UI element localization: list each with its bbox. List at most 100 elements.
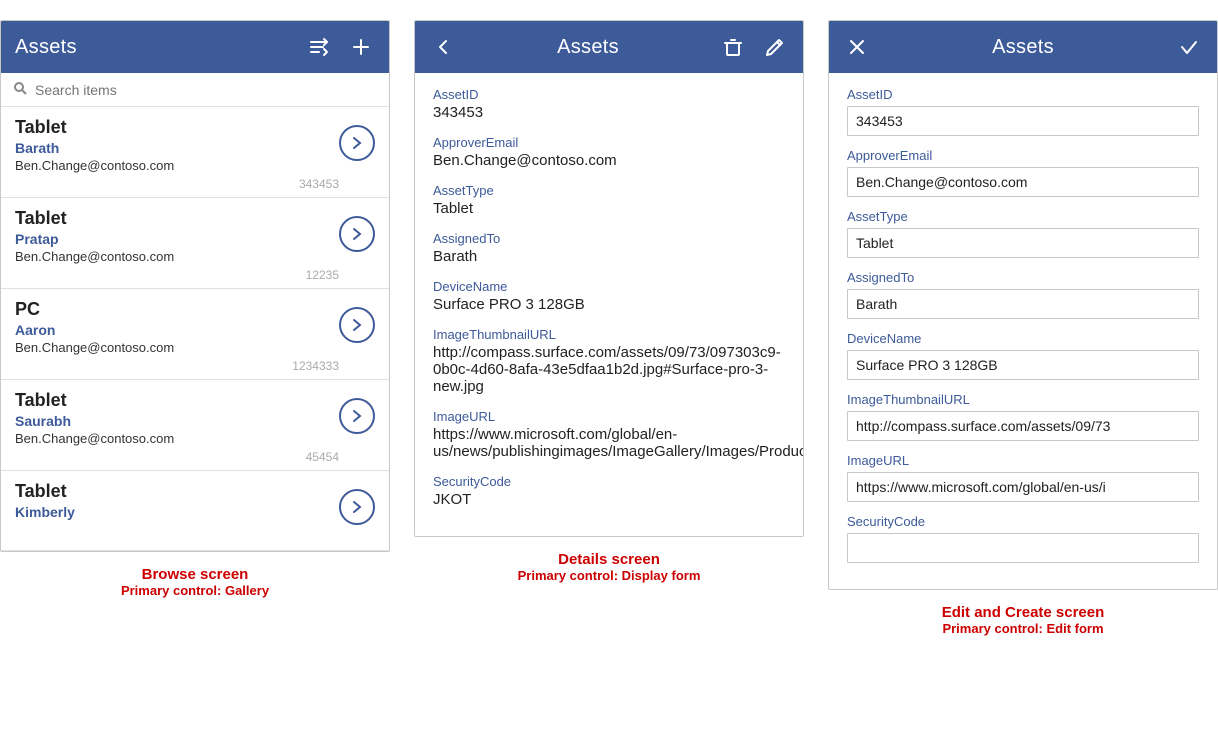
list-item[interactable]: PC Aaron Ben.Change@contoso.com 1234333 — [1, 289, 389, 380]
detail-value: http://compass.surface.com/assets/09/73/… — [433, 344, 785, 395]
details-caption-sub: Primary control: Display form — [518, 568, 701, 583]
details-screen: Assets — [414, 20, 804, 537]
browse-screen-wrapper: Assets — [0, 20, 390, 598]
details-header-icons — [719, 33, 789, 61]
edit-field: AssignedTo — [847, 270, 1199, 319]
list-item[interactable]: Tablet Pratap Ben.Change@contoso.com 122… — [1, 198, 389, 289]
browse-header-icons — [305, 33, 375, 61]
detail-field: ApproverEmail Ben.Change@contoso.com — [433, 135, 785, 169]
delete-icon[interactable] — [719, 33, 747, 61]
list-item-title: Tablet — [15, 208, 339, 229]
edit-input[interactable] — [847, 411, 1199, 441]
details-title: Assets — [557, 36, 619, 59]
edit-label: ImageThumbnailURL — [847, 392, 1199, 407]
edit-screen: Assets AssetID ApproverEmail AssetType A… — [828, 20, 1218, 590]
edit-field: ImageThumbnailURL — [847, 392, 1199, 441]
edit-label: AssetID — [847, 87, 1199, 102]
edit-input[interactable] — [847, 533, 1199, 563]
search-bar — [1, 73, 389, 107]
list-item-title: Tablet — [15, 390, 339, 411]
list-item-subtitle: Saurabh — [15, 413, 339, 429]
close-icon[interactable] — [843, 33, 871, 61]
detail-label: AssignedTo — [433, 231, 785, 246]
edit-input[interactable] — [847, 167, 1199, 197]
list-item[interactable]: Tablet Saurabh Ben.Change@contoso.com 45… — [1, 380, 389, 471]
list-item-content: Tablet Kimberly — [15, 481, 339, 522]
edit-caption: Edit and Create screen Primary control: … — [942, 604, 1105, 636]
search-icon — [13, 81, 27, 98]
detail-label: ApproverEmail — [433, 135, 785, 150]
list-item[interactable]: Tablet Kimberly — [1, 471, 389, 551]
edit-input[interactable] — [847, 350, 1199, 380]
detail-label: AssetType — [433, 183, 785, 198]
edit-label: ApproverEmail — [847, 148, 1199, 163]
list-item-arrow[interactable] — [339, 125, 375, 161]
edit-input[interactable] — [847, 289, 1199, 319]
edit-caption-title: Edit and Create screen — [942, 604, 1105, 621]
detail-value: Surface PRO 3 128GB — [433, 296, 785, 313]
detail-field: AssetID 343453 — [433, 87, 785, 121]
list-item-arrow[interactable] — [339, 307, 375, 343]
detail-field: ImageThumbnailURL http://compass.surface… — [433, 327, 785, 395]
add-icon[interactable] — [347, 33, 375, 61]
edit-input[interactable] — [847, 106, 1199, 136]
detail-field: DeviceName Surface PRO 3 128GB — [433, 279, 785, 313]
detail-field: AssetType Tablet — [433, 183, 785, 217]
list-item-title: Tablet — [15, 481, 339, 502]
list-item-email: Ben.Change@contoso.com — [15, 249, 339, 264]
edit-input[interactable] — [847, 228, 1199, 258]
detail-field: ImageURL https://www.microsoft.com/globa… — [433, 409, 785, 460]
detail-value: 343453 — [433, 104, 785, 121]
list-item-id: 12235 — [15, 268, 339, 282]
detail-label: SecurityCode — [433, 474, 785, 489]
list-item-subtitle: Kimberly — [15, 504, 339, 520]
details-caption-title: Details screen — [518, 551, 701, 568]
list-item-arrow[interactable] — [339, 216, 375, 252]
details-screen-wrapper: Assets — [414, 20, 804, 583]
browse-list: Tablet Barath Ben.Change@contoso.com 343… — [1, 107, 389, 551]
edit-label: ImageURL — [847, 453, 1199, 468]
browse-caption: Browse screen Primary control: Gallery — [121, 566, 269, 598]
back-icon[interactable] — [429, 33, 457, 61]
browse-title: Assets — [15, 36, 77, 59]
edit-field: DeviceName — [847, 331, 1199, 380]
edit-caption-sub: Primary control: Edit form — [942, 621, 1105, 636]
list-item-arrow[interactable] — [339, 489, 375, 525]
edit-field: AssetID — [847, 87, 1199, 136]
edit-field: ApproverEmail — [847, 148, 1199, 197]
list-item-subtitle: Pratap — [15, 231, 339, 247]
edit-field: ImageURL — [847, 453, 1199, 502]
list-item[interactable]: Tablet Barath Ben.Change@contoso.com 343… — [1, 107, 389, 198]
list-item-id: 343453 — [15, 177, 339, 191]
edit-field: SecurityCode — [847, 514, 1199, 563]
list-item-content: Tablet Saurabh Ben.Change@contoso.com 45… — [15, 390, 339, 464]
list-item-id: 1234333 — [15, 359, 339, 373]
edit-screen-wrapper: Assets AssetID ApproverEmail AssetType A… — [828, 20, 1218, 636]
sort-icon[interactable] — [305, 33, 333, 61]
edit-icon[interactable] — [761, 33, 789, 61]
list-item-arrow[interactable] — [339, 398, 375, 434]
details-header: Assets — [415, 21, 803, 73]
edit-title: Assets — [992, 36, 1054, 59]
check-icon[interactable] — [1175, 33, 1203, 61]
list-item-email: Ben.Change@contoso.com — [15, 158, 339, 173]
edit-field: AssetType — [847, 209, 1199, 258]
detail-value: https://www.microsoft.com/global/en-us/n… — [433, 426, 785, 460]
detail-value: JKOT — [433, 491, 785, 508]
edit-input[interactable] — [847, 472, 1199, 502]
details-caption: Details screen Primary control: Display … — [518, 551, 701, 583]
detail-field: AssignedTo Barath — [433, 231, 785, 265]
detail-field: SecurityCode JKOT — [433, 474, 785, 508]
list-item-content: Tablet Pratap Ben.Change@contoso.com 122… — [15, 208, 339, 282]
browse-header: Assets — [1, 21, 389, 73]
detail-label: DeviceName — [433, 279, 785, 294]
list-item-email: Ben.Change@contoso.com — [15, 340, 339, 355]
edit-header: Assets — [829, 21, 1217, 73]
detail-label: ImageThumbnailURL — [433, 327, 785, 342]
list-item-id: 45454 — [15, 450, 339, 464]
details-body: AssetID 343453 ApproverEmail Ben.Change@… — [415, 73, 803, 536]
search-input[interactable] — [35, 82, 377, 98]
edit-label: DeviceName — [847, 331, 1199, 346]
edit-body: AssetID ApproverEmail AssetType Assigned… — [829, 73, 1217, 589]
list-item-email: Ben.Change@contoso.com — [15, 431, 339, 446]
